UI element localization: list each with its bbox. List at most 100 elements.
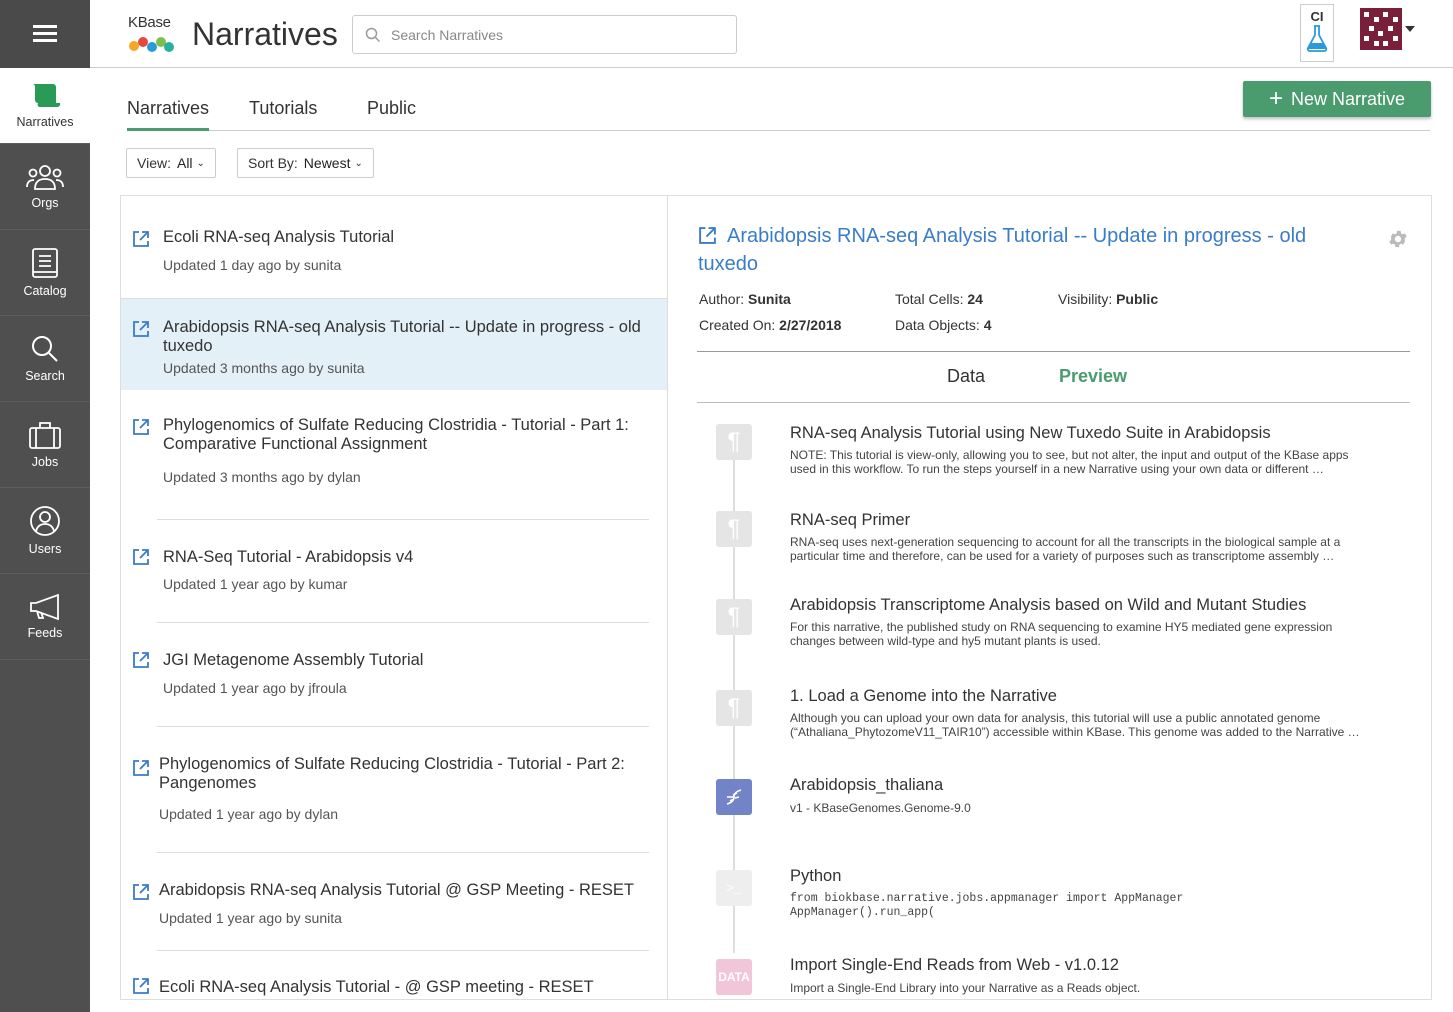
open-external-icon[interactable] xyxy=(132,651,150,669)
cell-title: Arabidopsis Transcriptome Analysis based… xyxy=(790,596,1307,614)
caret-down-icon xyxy=(1405,26,1415,32)
cell-title: 1. Load a Genome into the Narrative xyxy=(790,687,1057,705)
created-label: Created On: xyxy=(699,317,776,333)
menu-icon xyxy=(33,25,57,43)
narrative-meta: Updated 1 year ago by kumar xyxy=(163,576,348,592)
preview-cell: ¶ RNA-seq Primer RNA-seq uses next-gener… xyxy=(698,509,1398,579)
gear-icon[interactable] xyxy=(1387,228,1409,250)
detail-divider xyxy=(697,402,1410,403)
markdown-icon: ¶ xyxy=(716,690,752,726)
open-external-icon[interactable] xyxy=(132,320,150,338)
list-item[interactable]: Arabidopsis RNA-seq Analysis Tutorial @ … xyxy=(121,853,668,953)
terminal-icon: >_ xyxy=(716,870,752,906)
created-meta: Created On: 2/27/2018 xyxy=(699,317,841,333)
list-item[interactable]: Phylogenomics of Sulfate Reducing Clostr… xyxy=(121,727,668,853)
cell-description: NOTE: This tutorial is view-only, allowi… xyxy=(790,448,1349,476)
view-label: View: xyxy=(137,155,171,171)
markdown-icon: ¶ xyxy=(716,599,752,635)
total-cells-value: 24 xyxy=(967,291,983,307)
view-filter-dropdown[interactable]: View: All ⌄ xyxy=(126,148,216,178)
list-item[interactable]: Arabidopsis RNA-seq Analysis Tutorial --… xyxy=(121,298,668,390)
sidebar-item-catalog[interactable]: Catalog xyxy=(0,230,90,316)
tab-tutorials[interactable]: Tutorials xyxy=(249,98,317,119)
search-icon xyxy=(365,27,381,42)
env-label: CI xyxy=(1310,9,1324,24)
tab-preview[interactable]: Preview xyxy=(1059,366,1127,387)
narrative-title[interactable]: Ecoli RNA-seq Analysis Tutorial xyxy=(163,228,652,247)
catalog-icon xyxy=(32,248,58,278)
markdown-icon: ¶ xyxy=(716,424,752,460)
visibility-value: Public xyxy=(1116,291,1159,307)
sort-dropdown[interactable]: Sort By: Newest ⌄ xyxy=(237,148,374,178)
search-box[interactable] xyxy=(352,15,737,54)
search-icon xyxy=(32,336,58,362)
dna-icon xyxy=(716,779,752,815)
top-header: KBase Narratives CI xyxy=(90,0,1453,68)
jobs-icon xyxy=(29,422,61,449)
list-item[interactable]: JGI Metagenome Assembly Tutorial Updated… xyxy=(121,623,668,726)
narrative-icon xyxy=(33,84,61,108)
data-badge: DATA xyxy=(718,970,750,984)
cell-description: For this narrative, the published study … xyxy=(790,620,1333,648)
narrative-title[interactable]: JGI Metagenome Assembly Tutorial xyxy=(163,651,652,670)
sidebar-item-label: Search xyxy=(25,369,65,383)
data-import-icon: DATA xyxy=(716,959,752,995)
sidebar-item-orgs[interactable]: Orgs xyxy=(0,144,90,230)
page-title: Narratives xyxy=(192,16,338,52)
kbase-logo[interactable]: KBase xyxy=(128,14,176,56)
cell-title: Import Single-End Reads from Web - v1.0.… xyxy=(790,956,1119,974)
plus-icon: + xyxy=(1268,85,1283,112)
sidebar-item-label: Catalog xyxy=(23,284,67,298)
sidebar-item-jobs[interactable]: Jobs xyxy=(0,402,90,488)
tab-public[interactable]: Public xyxy=(367,98,416,119)
new-narrative-button[interactable]: + New Narrative xyxy=(1243,81,1431,117)
open-external-icon[interactable] xyxy=(132,883,150,901)
narrative-title[interactable]: Phylogenomics of Sulfate Reducing Clostr… xyxy=(163,416,652,454)
detail-divider xyxy=(697,351,1410,352)
list-item[interactable]: Ecoli RNA-seq Analysis Tutorial - @ GSP … xyxy=(121,951,668,999)
list-item[interactable]: RNA-Seq Tutorial - Arabidopsis v4 Update… xyxy=(121,520,668,622)
open-external-icon[interactable] xyxy=(132,418,150,436)
narrative-title[interactable]: Arabidopsis RNA-seq Analysis Tutorial --… xyxy=(163,318,652,356)
avatar xyxy=(1360,8,1402,50)
new-narrative-label: New Narrative xyxy=(1290,88,1406,109)
user-menu[interactable] xyxy=(1360,8,1415,50)
narrative-title[interactable]: Phylogenomics of Sulfate Reducing Clostr… xyxy=(159,755,652,793)
cell-title: Arabidopsis_thaliana xyxy=(790,776,944,794)
sidebar-item-users[interactable]: Users xyxy=(0,488,90,574)
preview-cell: ¶ 1. Load a Genome into the Narrative Al… xyxy=(698,685,1398,755)
tab-data[interactable]: Data xyxy=(947,366,985,387)
created-value: 2/27/2018 xyxy=(779,317,842,333)
narrative-title[interactable]: RNA-Seq Tutorial - Arabidopsis v4 xyxy=(163,548,652,567)
narrative-tabs: Narratives Tutorials Public xyxy=(127,88,1430,131)
narrative-title[interactable]: Ecoli RNA-seq Analysis Tutorial - @ GSP … xyxy=(159,978,652,999)
narrative-meta: Updated 1 year ago by sunita xyxy=(159,910,342,926)
sidebar-item-label: Jobs xyxy=(31,455,59,469)
open-external-icon[interactable] xyxy=(132,759,150,777)
chevron-down-icon: ⌄ xyxy=(354,157,363,169)
tab-narratives[interactable]: Narratives xyxy=(127,98,210,131)
cell-description: Although you can upload your own data fo… xyxy=(790,711,1360,739)
hamburger-menu-button[interactable] xyxy=(0,0,90,68)
visibility-meta: Visibility: Public xyxy=(1058,291,1158,307)
open-external-icon[interactable] xyxy=(132,977,150,995)
orgs-icon xyxy=(26,165,64,190)
detail-title-link[interactable]: Arabidopsis RNA-seq Analysis Tutorial --… xyxy=(698,222,1338,278)
cell-description: v1 - KBaseGenomes.Genome-9.0 xyxy=(790,801,971,815)
markdown-icon: ¶ xyxy=(716,511,752,547)
sidebar-item-narratives[interactable]: Narratives xyxy=(0,68,90,144)
total-cells-label: Total Cells: xyxy=(895,291,964,307)
list-item[interactable]: Ecoli RNA-seq Analysis Tutorial Updated … xyxy=(121,196,668,298)
logo-text: KBase xyxy=(128,14,171,31)
open-external-icon[interactable] xyxy=(132,230,150,248)
open-external-icon[interactable] xyxy=(132,548,150,566)
search-input[interactable] xyxy=(391,26,711,43)
sidebar-item-search[interactable]: Search xyxy=(0,316,90,402)
flask-icon xyxy=(1306,25,1328,52)
author-value: Sunita xyxy=(748,291,791,307)
list-item[interactable]: Phylogenomics of Sulfate Reducing Clostr… xyxy=(121,391,668,518)
narrative-title[interactable]: Arabidopsis RNA-seq Analysis Tutorial @ … xyxy=(159,881,652,900)
users-icon xyxy=(30,506,60,536)
view-value: All xyxy=(176,155,193,171)
sidebar-item-feeds[interactable]: Feeds xyxy=(0,574,90,660)
